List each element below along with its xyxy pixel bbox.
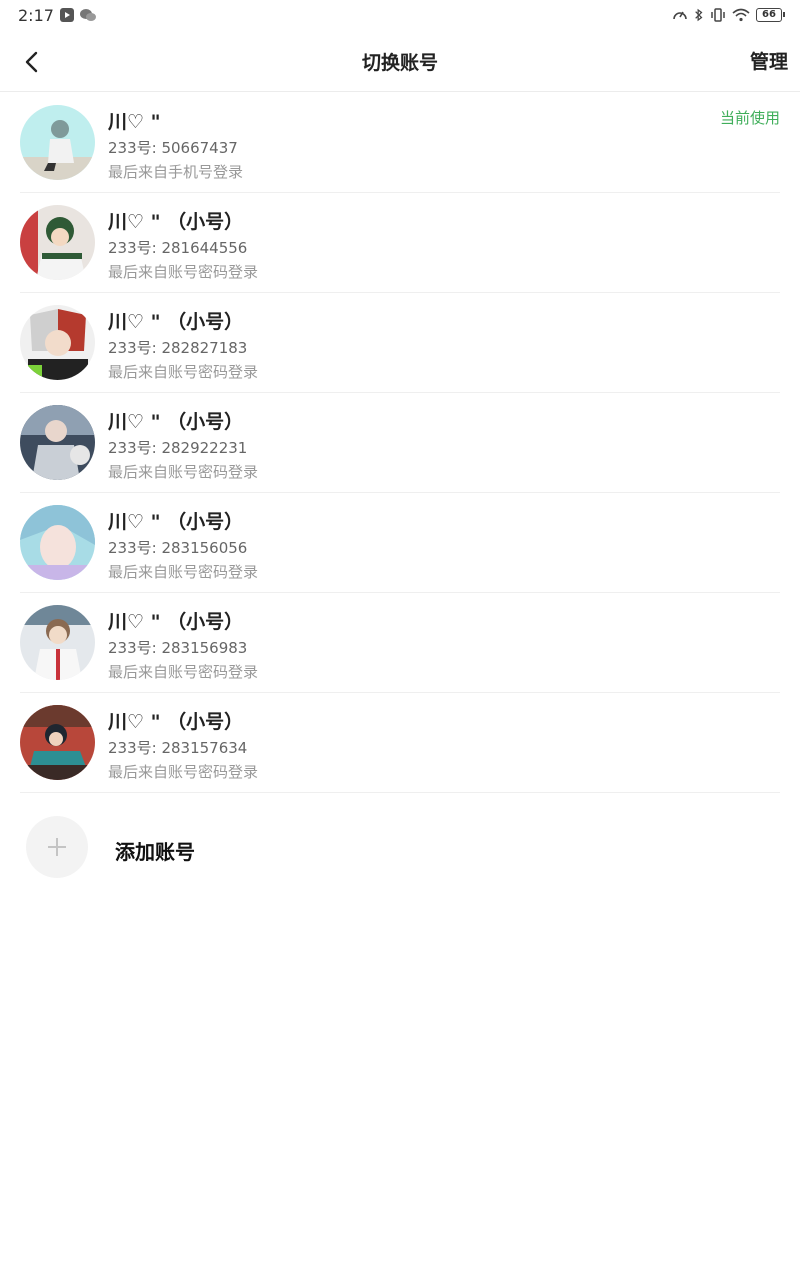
account-item[interactable]: 川♡ " 233号: 50667437 最后来自手机号登录 当前使用 [20, 93, 780, 193]
nav-bar: 切换账号 管理 [0, 30, 800, 92]
account-id: 233号: 283156056 [108, 539, 248, 557]
avatar [20, 105, 95, 180]
account-login-method: 最后来自账号密码登录 [108, 663, 259, 681]
account-id: 233号: 282922231 [108, 439, 248, 457]
avatar [20, 305, 95, 380]
account-login-method: 最后来自账号密码登录 [108, 263, 259, 281]
current-account-badge: 当前使用 [719, 109, 780, 127]
add-account-label: 添加账号 [115, 840, 195, 864]
account-id: 233号: 282827183 [108, 339, 248, 357]
account-login-method: 最后来自手机号登录 [108, 163, 244, 181]
account-id: 233号: 50667437 [108, 139, 238, 157]
avatar [20, 405, 95, 480]
avatar [20, 705, 95, 780]
account-login-method: 最后来自账号密码登录 [108, 463, 259, 481]
vibrate-icon [711, 8, 725, 22]
account-item[interactable]: 川♡ " （小号） 233号: 282827183 最后来自账号密码登录 [20, 293, 780, 393]
account-item[interactable]: 川♡ " （小号） 233号: 282922231 最后来自账号密码登录 [20, 393, 780, 493]
bluetooth-icon [695, 8, 703, 22]
avatar [20, 505, 95, 580]
account-name: 川♡ " （小号） [108, 511, 244, 533]
account-item[interactable]: 川♡ " （小号） 233号: 283156983 最后来自账号密码登录 [20, 593, 780, 693]
clock: 2:17 [18, 5, 54, 25]
account-login-method: 最后来自账号密码登录 [108, 363, 259, 381]
status-bar-right: 66 [672, 7, 785, 23]
account-login-method: 最后来自账号密码登录 [108, 563, 259, 581]
account-login-method: 最后来自账号密码登录 [108, 763, 259, 781]
add-account-button[interactable]: 添加账号 [26, 812, 326, 878]
account-name: 川♡ " （小号） [108, 211, 244, 233]
video-app-icon [59, 8, 74, 22]
account-name: 川♡ " （小号） [108, 611, 244, 633]
account-id: 233号: 281644556 [108, 239, 248, 257]
account-name: 川♡ " （小号） [108, 411, 244, 433]
account-item[interactable]: 川♡ " （小号） 233号: 283157634 最后来自账号密码登录 [20, 693, 780, 793]
plus-icon [48, 838, 66, 856]
avatar [20, 605, 95, 680]
wechat-icon [79, 9, 96, 21]
manage-button[interactable]: 管理 [750, 47, 788, 74]
account-id: 233号: 283156983 [108, 639, 248, 657]
account-id: 233号: 283157634 [108, 739, 248, 757]
account-name: 川♡ " [108, 111, 161, 133]
account-name: 川♡ " （小号） [108, 711, 244, 733]
status-bar: 2:17 66 [0, 0, 800, 30]
page-title: 切换账号 [361, 52, 438, 74]
wifi-icon [732, 8, 750, 22]
speed-icon [673, 11, 687, 20]
avatar [20, 205, 95, 280]
account-item[interactable]: 川♡ " （小号） 233号: 283156056 最后来自账号密码登录 [20, 493, 780, 593]
account-list: 川♡ " 233号: 50667437 最后来自手机号登录 当前使用 川♡ " … [20, 93, 780, 793]
status-bar-left: 2:17 [18, 6, 96, 25]
account-item[interactable]: 川♡ " （小号） 233号: 281644556 最后来自账号密码登录 [20, 193, 780, 293]
battery-icon: 66 [756, 8, 785, 22]
add-account-circle [26, 816, 88, 878]
account-name: 川♡ " （小号） [108, 311, 244, 333]
